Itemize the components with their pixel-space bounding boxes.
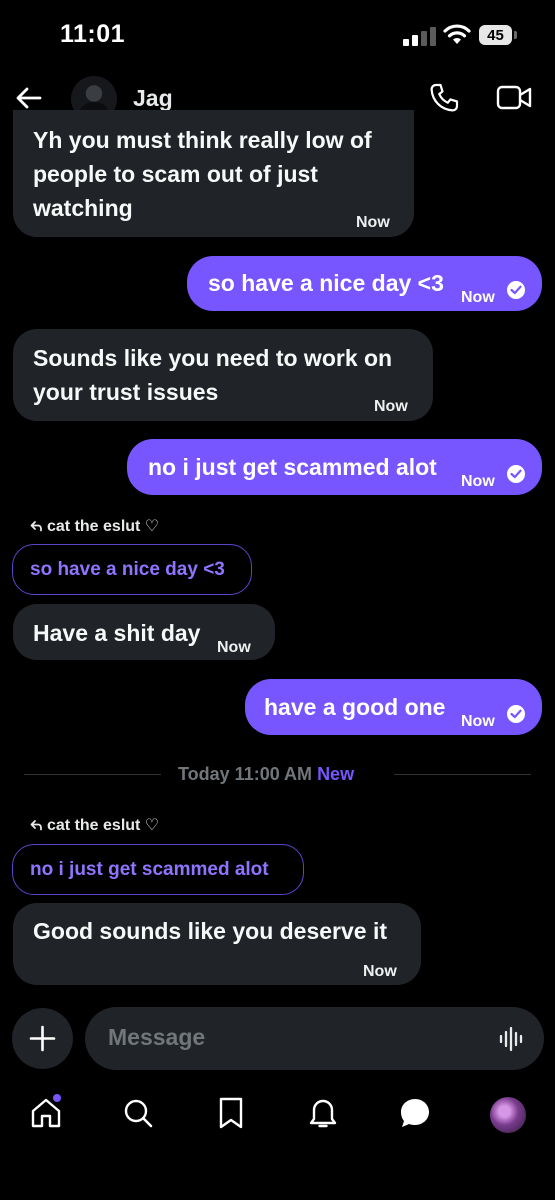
new-messages-divider: Today 11:00 AM New: [178, 764, 354, 785]
divider-date: Today 11:00 AM: [178, 764, 313, 784]
messages-icon[interactable]: [398, 1096, 432, 1130]
wifi-icon: [443, 24, 471, 44]
reply-to-name: cat the eslut ♡: [47, 817, 160, 834]
profile-avatar[interactable]: [490, 1097, 526, 1133]
message-incoming[interactable]: Sounds like you need to work on your tru…: [13, 329, 433, 421]
search-icon[interactable]: [121, 1096, 155, 1130]
quoted-text: so have a nice day <3: [30, 558, 225, 580]
notification-dot: [53, 1094, 61, 1102]
message-input[interactable]: Message: [85, 1007, 544, 1070]
message-text: Good sounds like you deserve it: [33, 918, 388, 944]
new-label: New: [317, 764, 355, 784]
quoted-message[interactable]: no i just get scammed alot: [12, 844, 304, 895]
phone-icon[interactable]: [428, 82, 460, 114]
contact-name[interactable]: Jag: [133, 85, 173, 112]
message-time: Now: [461, 289, 495, 306]
message-time: Now: [461, 713, 495, 730]
read-check-icon: [507, 281, 525, 299]
quoted-text: no i just get scammed alot: [30, 858, 269, 880]
quoted-message[interactable]: so have a nice day <3: [12, 544, 252, 595]
read-check-icon: [507, 705, 525, 723]
back-arrow-icon[interactable]: [14, 84, 44, 112]
status-time: 11:01: [60, 20, 126, 48]
message-time: Now: [363, 963, 397, 980]
reply-label: cat the eslut ♡: [30, 815, 159, 835]
divider-line-left: [24, 774, 161, 775]
reply-to-name: cat the eslut ♡: [47, 518, 160, 535]
video-icon[interactable]: [496, 83, 532, 113]
message-time: Now: [217, 639, 251, 656]
reply-arrow-icon: [30, 820, 42, 831]
plus-icon: [29, 1025, 56, 1052]
divider-line-right: [394, 774, 531, 775]
reply-arrow-icon: [30, 521, 42, 532]
message-incoming[interactable]: Good sounds like you deserve it Now: [13, 903, 421, 985]
message-text: so have a nice day <3: [208, 270, 444, 296]
battery-nub: [514, 31, 517, 39]
message-time: Now: [356, 214, 390, 231]
bookmark-icon[interactable]: [214, 1096, 248, 1130]
battery-indicator: 45: [479, 25, 512, 45]
voice-icon[interactable]: [498, 1025, 526, 1053]
message-text: have a good one: [264, 694, 446, 720]
read-check-icon: [507, 465, 525, 483]
message-time: Now: [461, 473, 495, 490]
message-outgoing[interactable]: no i just get scammed alot Now: [127, 439, 542, 495]
message-outgoing[interactable]: so have a nice day <3 Now: [187, 256, 542, 311]
message-text: Sounds like you need to work on your tru…: [33, 345, 393, 405]
message-text: Have a shit day: [33, 620, 201, 646]
signal-icon: [403, 24, 437, 46]
message-placeholder: Message: [108, 1024, 206, 1050]
message-time: Now: [374, 398, 408, 415]
reply-label: cat the eslut ♡: [30, 516, 159, 536]
add-attachment-button[interactable]: [12, 1008, 73, 1069]
message-incoming[interactable]: Have a shit day Now: [13, 604, 275, 660]
bell-icon[interactable]: [306, 1096, 340, 1130]
message-outgoing[interactable]: have a good one Now: [245, 679, 542, 735]
message-text: no i just get scammed alot: [148, 454, 437, 480]
message-incoming[interactable]: Yh you must think really low of people t…: [13, 110, 414, 237]
message-text: Yh you must think really low of people t…: [33, 127, 372, 221]
